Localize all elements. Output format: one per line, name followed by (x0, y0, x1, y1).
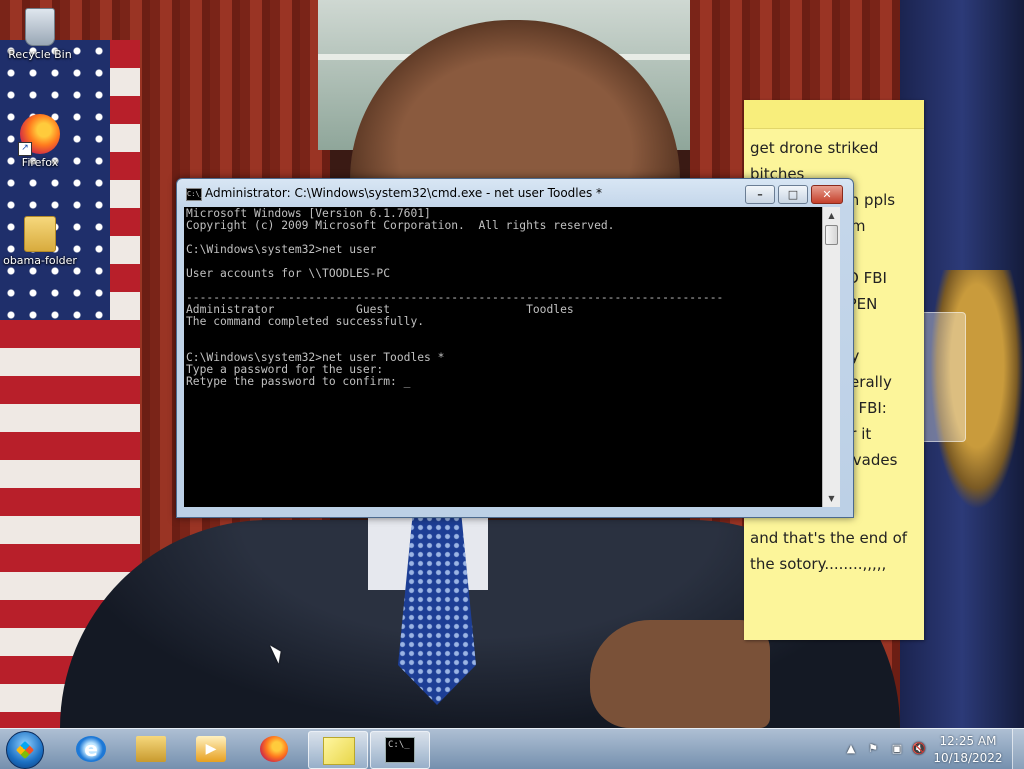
scroll-up-icon[interactable]: ▲ (823, 207, 840, 224)
cmd-icon[interactable]: C:\_ (186, 188, 204, 201)
desktop-gadget[interactable] (920, 312, 966, 442)
network-icon[interactable]: ▣ (890, 742, 904, 756)
folder-icon (136, 736, 166, 762)
vertical-scrollbar[interactable]: ▲ ▼ (822, 207, 840, 507)
console-output[interactable]: Microsoft Windows [Version 6.1.7601] Cop… (184, 207, 822, 389)
show-desktop-button[interactable] (1012, 729, 1024, 769)
taskbar-internet-explorer[interactable]: e (62, 731, 120, 767)
show-hidden-icons-button[interactable]: ▲ (844, 742, 858, 756)
minimize-button[interactable]: – (745, 185, 775, 204)
taskbar-firefox[interactable] (246, 731, 304, 767)
firefox-icon: ↗ (18, 114, 60, 156)
taskbar-sticky-notes[interactable] (308, 731, 368, 769)
sticky-notes-icon (323, 737, 355, 765)
shortcut-arrow-icon: ↗ (18, 142, 32, 156)
folder-icon (24, 216, 56, 252)
desktop-icon-label: Firefox (21, 156, 59, 169)
window-title: Administrator: C:\Windows\system32\cmd.e… (205, 186, 603, 200)
desktop-icon-label: obama-folder (3, 254, 77, 267)
scroll-down-icon[interactable]: ▼ (823, 490, 840, 507)
desktop-icon-firefox[interactable]: ↗ Firefox (0, 114, 80, 169)
taskbar-windows-explorer[interactable] (122, 731, 180, 767)
console-area[interactable]: Microsoft Windows [Version 6.1.7601] Cop… (184, 207, 822, 507)
media-player-icon: ▶ (196, 736, 226, 762)
maximize-icon: □ (787, 188, 799, 201)
taskbar-media-player[interactable]: ▶ (182, 731, 240, 767)
sticky-note-header[interactable] (744, 100, 924, 129)
desktop-icon-recycle-bin[interactable]: Recycle Bin (0, 8, 80, 61)
command-prompt-window[interactable]: C:\_ Administrator: C:\Windows\system32\… (176, 178, 854, 518)
taskbar-command-prompt[interactable]: C:\_ (370, 731, 430, 769)
scrollbar-thumb[interactable] (825, 225, 838, 245)
start-button[interactable] (6, 731, 44, 769)
flag-canton (0, 40, 110, 320)
maximize-button[interactable]: □ (778, 185, 808, 204)
recycle-bin-icon (25, 8, 55, 46)
action-center-flag-icon[interactable]: ⚑ (866, 742, 880, 756)
clock-date[interactable]: 10/18/2022 (928, 751, 1008, 765)
windows-logo-icon (15, 740, 35, 760)
system-tray: ▲ ⚑ ▣ 🔇 12:25 AM 10/18/2022 (842, 729, 1024, 769)
taskbar: e ▶ C:\_ ▲ ⚑ ▣ 🔇 12:25 AM 10/18/2022 (0, 728, 1024, 769)
internet-explorer-icon: e (76, 736, 106, 762)
desktop-icon-obama-folder[interactable]: obama-folder (0, 216, 80, 267)
firefox-icon (260, 736, 288, 762)
command-prompt-icon: C:\_ (385, 737, 415, 763)
close-button[interactable]: ✕ (811, 185, 843, 204)
portrait-hands (590, 620, 770, 728)
volume-muted-icon[interactable]: 🔇 (912, 742, 926, 756)
window-titlebar[interactable]: C:\_ Administrator: C:\Windows\system32\… (177, 179, 853, 207)
desktop-icon-label: Recycle Bin (8, 48, 72, 61)
clock-time[interactable]: 12:25 AM (928, 734, 1008, 748)
minimize-icon: – (757, 188, 763, 201)
close-icon: ✕ (822, 188, 832, 201)
